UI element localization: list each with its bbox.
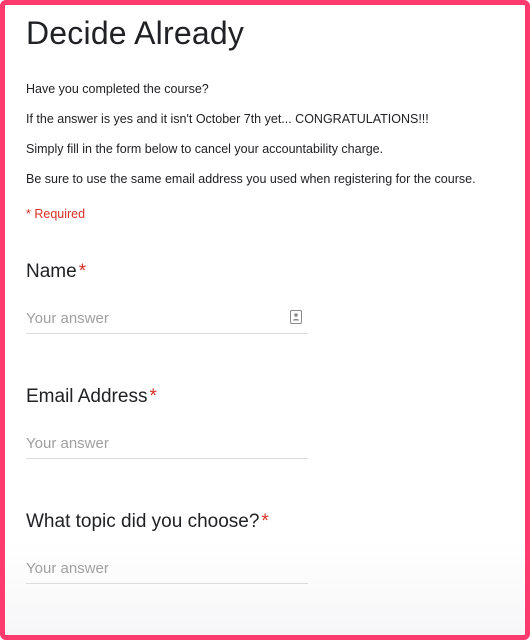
question-label-text: Name	[26, 261, 77, 282]
required-asterisk: *	[149, 386, 157, 407]
form-description-line-1: Have you completed the course?	[26, 82, 209, 96]
question-label: Email Address *	[26, 386, 326, 408]
question-label: Name *	[26, 261, 326, 283]
form-title: Decide Already	[26, 15, 245, 51]
question-email: Email Address *	[26, 386, 326, 459]
required-note: * Required	[26, 207, 86, 221]
question-topic: What topic did you choose? *	[26, 511, 326, 584]
form-description-line-4: Be sure to use the same email address yo…	[26, 172, 476, 186]
contact-card-icon[interactable]	[290, 310, 302, 324]
form-card: Decide Already Have you completed the co…	[0, 0, 530, 640]
question-label: What topic did you choose? *	[26, 511, 326, 533]
form-description-line-3: Simply fill in the form below to cancel …	[26, 142, 384, 156]
name-input[interactable]	[26, 305, 276, 331]
name-answer-field[interactable]	[26, 305, 308, 334]
question-label-text: Email Address	[26, 386, 148, 407]
form-description-line-2: If the answer is yes and it isn't Octobe…	[26, 112, 429, 126]
email-input[interactable]	[26, 430, 276, 456]
question-name: Name *	[26, 261, 326, 334]
topic-input[interactable]	[26, 555, 276, 581]
required-asterisk: *	[78, 261, 87, 282]
required-asterisk: *	[261, 511, 269, 532]
topic-answer-field[interactable]	[26, 555, 308, 584]
email-answer-field[interactable]	[26, 430, 308, 459]
question-label-text: What topic did you choose?	[26, 511, 260, 532]
